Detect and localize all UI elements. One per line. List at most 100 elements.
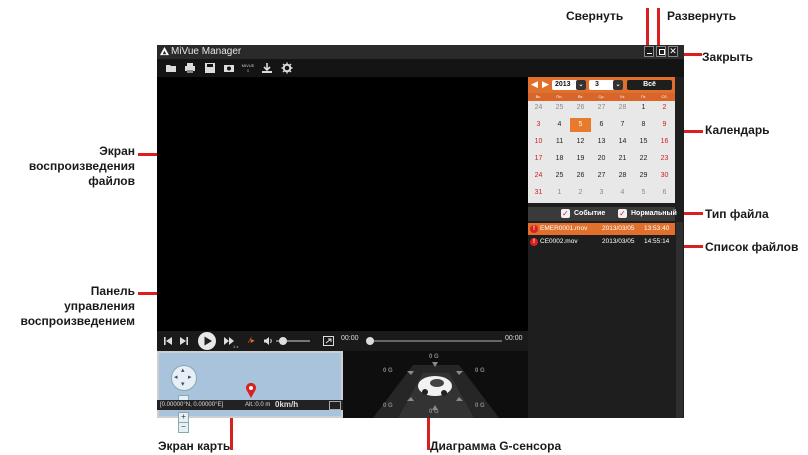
calendar-day[interactable]: 1 (633, 101, 654, 115)
calendar-day[interactable]: 26 (570, 101, 591, 115)
calendar-day[interactable]: 4 (612, 186, 633, 200)
print-icon[interactable] (184, 62, 196, 74)
file-row[interactable]: ! CE0002.mov 2013/03/05 14:55:14 (528, 236, 675, 248)
map-screen-annotation: Экран карты (158, 439, 234, 453)
calendar-day[interactable]: 3 (528, 118, 549, 132)
calendar-day[interactable]: 9 (654, 118, 675, 132)
title-bar[interactable]: MiVue Manager ✕ (157, 45, 684, 59)
calendar-day[interactable]: 13 (591, 135, 612, 149)
progress-slider-handle[interactable] (366, 337, 374, 345)
gps-speed: 0km/h (275, 400, 299, 409)
calendar-day[interactable]: 5 (633, 186, 654, 200)
volume-slider-handle[interactable] (279, 337, 287, 345)
pan-up-icon[interactable]: ▴ (181, 366, 185, 374)
calendar-day[interactable]: 4 (549, 118, 570, 132)
download-icon[interactable] (261, 62, 273, 74)
calendar-day[interactable]: 20 (591, 152, 612, 166)
calendar-day[interactable]: 26 (570, 169, 591, 183)
calendar-day[interactable]: 1 (549, 186, 570, 200)
calendar-day[interactable]: 14 (612, 135, 633, 149)
gsensor-label-left-top: 0 G (383, 368, 393, 374)
calendar-day[interactable]: 25 (549, 101, 570, 115)
fullscreen-icon[interactable] (323, 336, 334, 346)
chevron-down-icon[interactable]: ⌄ (613, 80, 623, 90)
volume-icon[interactable] (263, 336, 273, 346)
app-logo-icon (160, 47, 169, 56)
calendar-day[interactable]: 17 (528, 152, 549, 166)
maximize-button[interactable] (656, 46, 666, 57)
calendar-day[interactable]: 23 (654, 152, 675, 166)
pan-left-icon[interactable]: ◂ (174, 373, 178, 381)
close-button[interactable]: ✕ (668, 46, 678, 57)
zoom-out-button[interactable]: − (178, 422, 189, 433)
normal-checkbox[interactable]: ✓ (618, 209, 627, 218)
calendar-day[interactable]: 15 (633, 135, 654, 149)
month-select[interactable]: 3 ⌄ (589, 80, 623, 90)
map-expand-icon[interactable] (329, 401, 341, 410)
previous-file-icon[interactable] (163, 336, 173, 346)
calendar-day[interactable]: 6 (591, 118, 612, 132)
volume-slider[interactable] (276, 337, 310, 345)
map-pan-control[interactable]: ▴ ▾ ◂ ▸ (171, 365, 197, 391)
minimize-button[interactable] (644, 46, 654, 57)
save-icon[interactable] (204, 62, 216, 74)
frame-step-icon[interactable]: ⁄▸ (246, 335, 258, 347)
weekday-label: Вт. (577, 94, 584, 99)
calendar-day[interactable]: 29 (633, 169, 654, 183)
event-label: Событие (574, 210, 606, 217)
event-alert-icon: ! (530, 238, 538, 246)
snapshot-icon[interactable] (223, 62, 235, 74)
event-checkbox[interactable]: ✓ (561, 209, 570, 218)
calendar-day[interactable]: 2 (654, 101, 675, 115)
gsensor-label-right-bottom: 0 G (475, 403, 485, 409)
play-button[interactable] (197, 331, 217, 351)
calendar-day[interactable]: 6 (654, 186, 675, 200)
progress-slider[interactable] (366, 337, 502, 345)
callout-line (681, 53, 702, 56)
calendar-day[interactable]: 27 (591, 169, 612, 183)
calendar-day[interactable]: 21 (612, 152, 633, 166)
file-time: 13:53:40 (644, 225, 670, 232)
calendar-day[interactable]: 3 (591, 186, 612, 200)
calendar-day[interactable]: 8 (633, 118, 654, 132)
file-row[interactable]: ! EMER0001.mov 2013/03/05 13:53:40 (528, 223, 675, 235)
calendar-day[interactable]: 27 (591, 101, 612, 115)
calendar-day[interactable]: 24 (528, 101, 549, 115)
calendar-day[interactable]: 30 (654, 169, 675, 183)
gsensor-chart-annotation: Диаграмма G-сенсора (430, 439, 562, 453)
calendar-day[interactable]: 19 (570, 152, 591, 166)
calendar-day[interactable]: 7 (612, 118, 633, 132)
calendar-day[interactable]: 18 (549, 152, 570, 166)
gsensor-label-top: 0 G (429, 354, 439, 360)
calendar-day[interactable]: 25 (549, 169, 570, 183)
calendar-day[interactable]: 31 (528, 186, 549, 200)
calendar-day[interactable]: 10 (528, 135, 549, 149)
chevron-down-icon[interactable]: ⌄ (576, 80, 586, 90)
calendar-day[interactable]: 2 (570, 186, 591, 200)
calendar-day[interactable]: 16 (654, 135, 675, 149)
pan-right-icon[interactable]: ▸ (188, 373, 192, 381)
calendar-day[interactable]: 12 (570, 135, 591, 149)
mivue-settings-icon[interactable]: MIVUE ⇩ (241, 63, 255, 73)
year-select[interactable]: 2013 ⌄ (552, 80, 586, 90)
next-month-icon[interactable]: ▶ (542, 79, 549, 90)
calendar-header: ◀ ▶ 2013 ⌄ 3 ⌄ Всё (528, 77, 675, 93)
maximize-annotation: Развернуть (667, 9, 737, 23)
calendar-day[interactable]: 5 (570, 118, 591, 132)
calendar-day[interactable]: 11 (549, 135, 570, 149)
pan-down-icon[interactable]: ▾ (181, 380, 185, 388)
folder-open-icon[interactable] (165, 62, 177, 74)
calendar-day[interactable]: 28 (612, 169, 633, 183)
calendar-day[interactable]: 22 (633, 152, 654, 166)
calendar-day[interactable]: 24 (528, 169, 549, 183)
gsensor-label-left-bottom: 0 G (383, 403, 393, 409)
video-playback-screen[interactable] (157, 77, 528, 331)
month-value: 3 (595, 81, 599, 88)
playback-control-panel: 1 x ⁄▸ 00:00 00:00 (157, 331, 528, 351)
all-button[interactable]: Всё (627, 80, 672, 90)
prev-month-icon[interactable]: ◀ (531, 79, 538, 90)
gear-icon[interactable] (281, 62, 293, 74)
calendar-day[interactable]: 28 (612, 101, 633, 115)
file-list-scrollbar[interactable] (676, 222, 683, 418)
next-file-icon[interactable] (179, 336, 189, 346)
